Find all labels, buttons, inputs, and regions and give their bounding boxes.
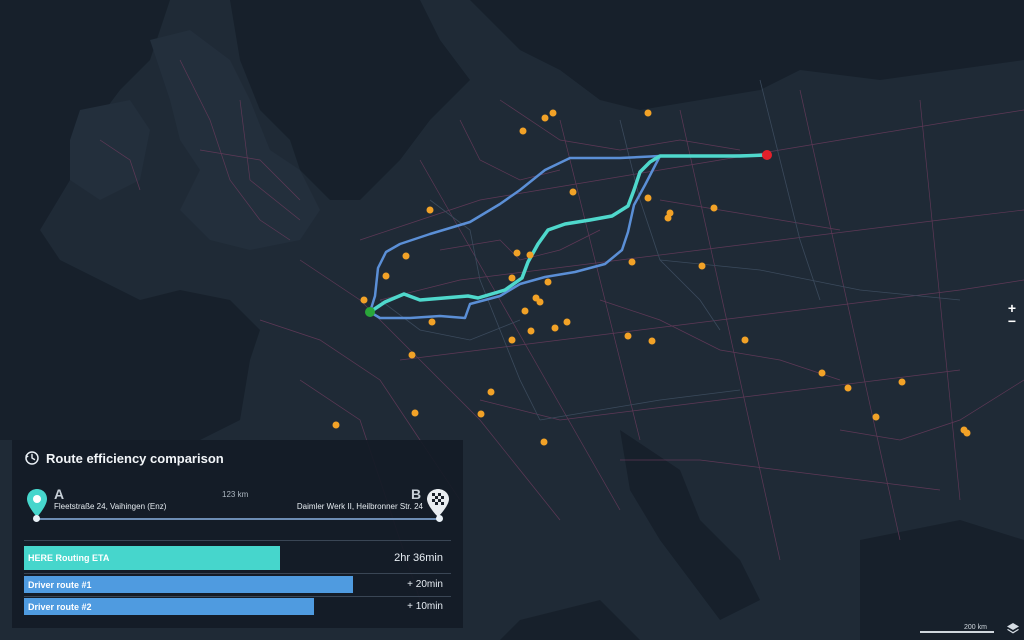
track-end-dot: [436, 515, 443, 522]
eta-value-driver-1: + 20min: [407, 579, 443, 590]
route-track: [36, 518, 440, 520]
scale-bar: [920, 631, 994, 633]
zoom-control: + −: [1004, 301, 1020, 328]
map-scale: 200 km: [920, 624, 994, 634]
layers-icon[interactable]: [1006, 622, 1020, 636]
start-marker[interactable]: [365, 307, 375, 317]
divider: [24, 540, 451, 541]
panel-header: Route efficiency comparison: [24, 450, 224, 466]
destination-letter: B: [411, 486, 422, 502]
eta-label-here: HERE Routing ETA: [28, 553, 110, 563]
route-comparison-panel: Route efficiency comparison A Fleetstraß…: [12, 440, 463, 628]
eta-label-driver-2: Driver route #2: [28, 602, 92, 612]
route-distance: 123 km: [222, 490, 249, 499]
origin-address: Fleetstraße 24, Vaihingen (Enz): [54, 502, 167, 511]
end-marker[interactable]: [762, 150, 772, 160]
eta-value-driver-2: + 10min: [407, 601, 443, 612]
panel-title: Route efficiency comparison: [46, 450, 224, 466]
clock-rotate-icon: [25, 451, 39, 465]
scale-label: 200 km: [964, 624, 987, 631]
eta-row-driver-1: Driver route #1 + 20min: [24, 576, 451, 593]
eta-row-here: HERE Routing ETA 2hr 36min: [24, 546, 451, 570]
track-start-dot: [33, 515, 40, 522]
divider: [24, 573, 451, 574]
destination-address: Daimler Werk II, Heilbronner Str. 24: [296, 502, 423, 511]
checkered-flag-icon: [427, 489, 449, 517]
zoom-out-button[interactable]: −: [1008, 314, 1016, 328]
location-pin-icon: [27, 489, 47, 517]
origin-letter: A: [54, 486, 65, 502]
divider: [24, 596, 451, 597]
eta-label-driver-1: Driver route #1: [28, 580, 92, 590]
eta-value-here: 2hr 36min: [394, 552, 443, 564]
eta-row-driver-2: Driver route #2 + 10min: [24, 598, 451, 615]
route-summary: A Fleetstraße 24, Vaihingen (Enz) 123 km…: [12, 480, 463, 532]
